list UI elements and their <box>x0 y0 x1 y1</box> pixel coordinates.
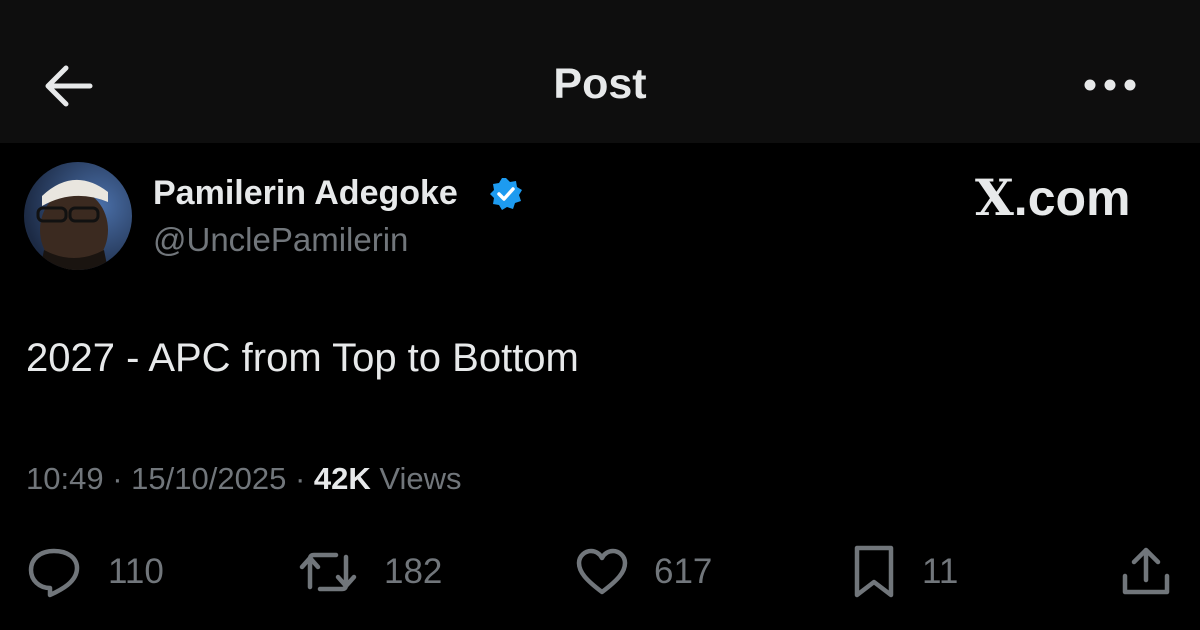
share-icon <box>1122 547 1170 595</box>
share-button[interactable] <box>1120 544 1172 600</box>
bookmark-button[interactable]: 11 <box>852 544 958 600</box>
post-meta: 10:49 · 15/10/2025 · 42K Views <box>26 461 462 497</box>
author-handle[interactable]: @UnclePamilerin <box>153 221 408 259</box>
bookmark-count: 11 <box>922 552 959 591</box>
author-name[interactable]: Pamilerin Adegoke <box>153 174 458 213</box>
repost-button[interactable]: 182 <box>298 544 442 600</box>
like-button[interactable]: 617 <box>576 544 712 600</box>
bookmark-icon <box>854 545 894 598</box>
page-title: Post <box>553 60 647 108</box>
author-avatar[interactable] <box>24 162 132 270</box>
verified-badge-icon <box>488 176 524 212</box>
heart-icon <box>576 548 628 595</box>
top-bar: Post <box>0 0 1200 143</box>
views-count: 42K <box>313 461 371 496</box>
avatar-image <box>24 162 132 270</box>
post-text: 2027 - APC from Top to Bottom <box>26 336 579 380</box>
reply-button[interactable]: 110 <box>26 544 164 600</box>
views-label: Views <box>379 461 462 496</box>
more-horizontal-icon <box>1084 79 1136 91</box>
repost-icon <box>299 552 357 592</box>
repost-count: 182 <box>384 552 443 591</box>
post-time[interactable]: 10:49 <box>26 461 104 496</box>
meta-separator: · <box>294 461 306 496</box>
x-com-watermark: X.com <box>975 168 1131 227</box>
meta-separator: · <box>112 461 123 496</box>
arrow-left-icon <box>45 65 93 107</box>
like-count: 617 <box>654 552 713 591</box>
post-date[interactable]: 15/10/2025 <box>131 461 286 496</box>
more-options-button[interactable] <box>1080 70 1144 100</box>
reply-icon <box>28 548 80 598</box>
back-button[interactable] <box>38 60 98 112</box>
reply-count: 110 <box>108 552 164 591</box>
